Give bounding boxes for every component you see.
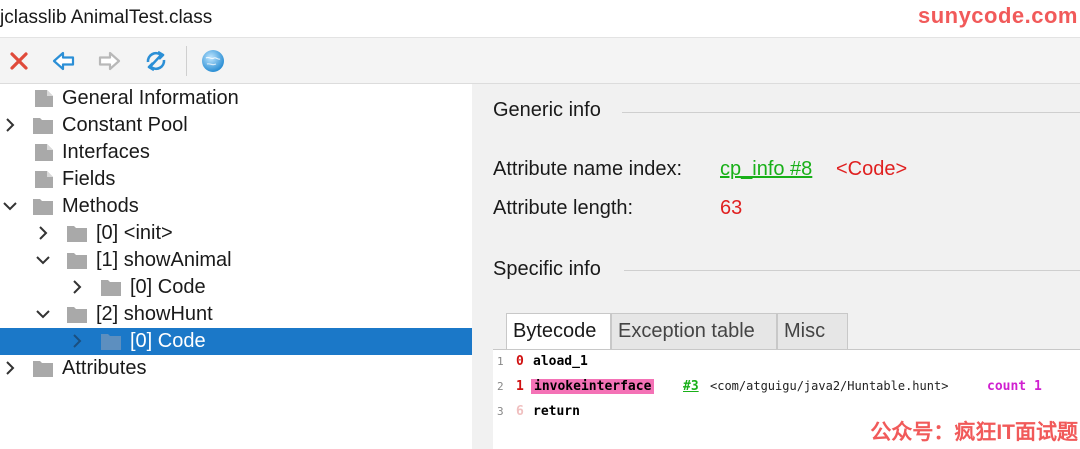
close-button[interactable] (4, 47, 34, 75)
back-button[interactable] (49, 47, 79, 75)
chevron-down-icon[interactable] (35, 306, 51, 322)
bytecode-instruction: return (533, 404, 580, 419)
toolbar (0, 38, 1080, 84)
tree-item-showhunt-code[interactable]: [0] Code (0, 328, 472, 355)
globe-icon (202, 50, 224, 72)
folder-icon (33, 199, 53, 215)
tree-item-label: Attributes (62, 357, 147, 379)
toolbar-separator (186, 46, 187, 76)
detail-panel: Generic info Attribute name index: cp_in… (472, 84, 1080, 449)
refresh-icon (146, 50, 166, 72)
window-title: jclasslib AnimalTest.class (0, 7, 213, 28)
specific-info-title: Specific info (493, 258, 601, 280)
bytecode-offset: 1 (516, 379, 524, 394)
bytecode-instruction: aload_1 (533, 354, 588, 369)
tree-item-label: [0] <init> (96, 222, 173, 244)
tree-item-general-information[interactable]: General Information (0, 85, 472, 112)
title-bar: jclasslib AnimalTest.class sunycode.com (0, 0, 1080, 38)
bytecode-offset: 6 (516, 404, 524, 419)
tree-item-label: [0] Code (130, 330, 206, 352)
file-icon (35, 90, 53, 107)
folder-icon (67, 307, 87, 323)
tab-bytecode[interactable]: Bytecode (506, 313, 611, 350)
tree-item-attributes[interactable]: Attributes (0, 355, 472, 382)
tree-item-label: Constant Pool (62, 114, 188, 136)
chevron-right-icon[interactable] (69, 279, 85, 295)
line-number: 3 (497, 405, 504, 418)
arrow-right-icon (98, 51, 121, 71)
bytecode-argument: count 1 (987, 379, 1042, 394)
tree-item-fields[interactable]: Fields (0, 166, 472, 193)
attribute-length-label: Attribute length: (493, 197, 634, 219)
class-tree: General Information Constant Pool Interf… (0, 84, 472, 449)
section-divider (622, 112, 1080, 113)
tree-item-label: Methods (62, 195, 139, 217)
forward-button[interactable] (94, 47, 124, 75)
chevron-down-icon[interactable] (35, 252, 51, 268)
watermark-top: sunycode.com (917, 3, 1078, 28)
tree-item-label: Fields (62, 168, 116, 190)
tree-item-methods[interactable]: Methods (0, 193, 472, 220)
tree-item-method-showanimal[interactable]: [1] showAnimal (0, 247, 472, 274)
bytecode-offset: 0 (516, 354, 524, 369)
tree-item-constant-pool[interactable]: Constant Pool (0, 112, 472, 139)
reload-button[interactable] (141, 47, 171, 75)
chevron-right-icon[interactable] (2, 360, 18, 376)
tree-item-showanimal-code[interactable]: [0] Code (0, 274, 472, 301)
attribute-name-index-label: Attribute name index: (493, 158, 682, 180)
chevron-right-icon[interactable] (35, 225, 51, 241)
generic-info-title: Generic info (493, 99, 601, 121)
tab-misc[interactable]: Misc (777, 313, 848, 350)
cp-info-link[interactable]: cp_info #8 (720, 158, 812, 181)
folder-icon (101, 280, 121, 296)
section-divider (624, 270, 1080, 271)
constant-pool-ref-link[interactable]: #3 (683, 379, 699, 394)
arrow-left-icon (52, 51, 75, 71)
tree-item-label: Interfaces (62, 141, 150, 163)
line-number: 1 (497, 355, 504, 368)
attribute-length-value: 63 (720, 197, 743, 219)
chevron-right-icon[interactable] (2, 117, 18, 133)
chevron-down-icon[interactable] (2, 198, 18, 214)
file-icon (35, 144, 53, 161)
folder-icon (67, 226, 87, 242)
folder-icon (33, 118, 53, 134)
line-number: 2 (497, 380, 504, 393)
folder-icon (67, 253, 87, 269)
folder-icon (33, 361, 53, 377)
file-icon (35, 171, 53, 188)
tree-item-interfaces[interactable]: Interfaces (0, 139, 472, 166)
tab-exception-table[interactable]: Exception table (611, 313, 777, 350)
tree-item-label: [2] showHunt (96, 303, 213, 325)
attribute-name-value: <Code> (836, 158, 908, 180)
chevron-right-icon[interactable] (69, 333, 85, 349)
tree-item-label: General Information (62, 87, 239, 109)
folder-icon (101, 334, 121, 350)
tree-item-method-showhunt[interactable]: [2] showHunt (0, 301, 472, 328)
tree-item-method-init[interactable]: [0] <init> (0, 220, 472, 247)
close-icon (10, 52, 28, 70)
tree-item-label: [0] Code (130, 276, 206, 298)
bytecode-instruction: invokeinterface (531, 379, 655, 394)
watermark-bottom: 公众号：疯狂IT面试题 (870, 421, 1078, 444)
web-button[interactable] (198, 47, 228, 75)
method-reference: <com/atguigu/java2/Huntable.hunt> (710, 379, 949, 393)
tree-item-label: [1] showAnimal (96, 249, 232, 271)
